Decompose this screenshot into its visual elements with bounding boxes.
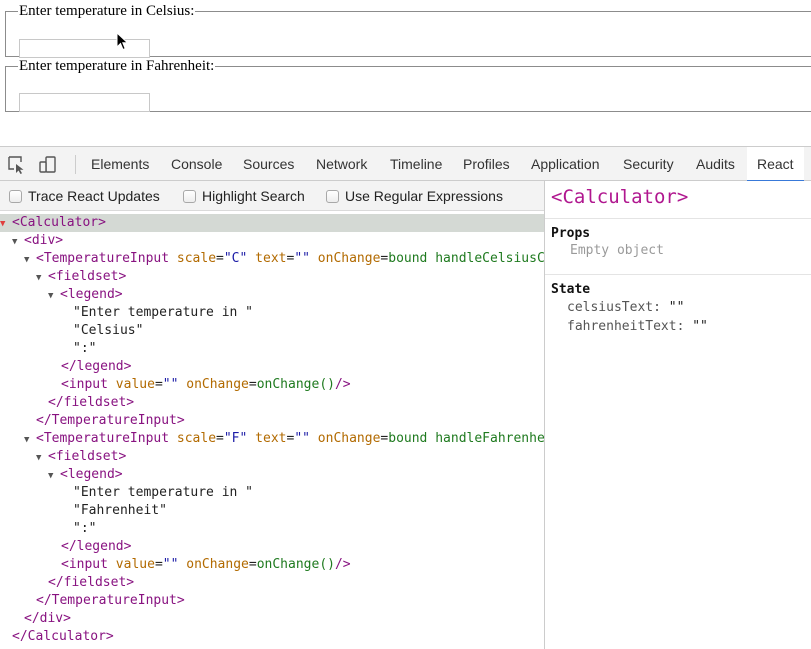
tree-row-legend[interactable]: ▼ <legend> [0,466,544,484]
regex-option[interactable]: Use Regular Expressions [326,188,503,204]
tabbar-separator [75,155,76,174]
collapse-triangle-icon[interactable]: ▼ [36,449,48,467]
tab-application[interactable]: Application [531,147,600,181]
collapse-triangle-icon[interactable]: ▼ [24,251,36,269]
inspect-element-icon[interactable] [7,155,27,175]
mouse-pointer-icon [116,32,129,51]
component-tree: ▼ <Calculator> ▼ <div> ▼ <TemperatureInput … [0,212,544,649]
tree-row-text[interactable]: ":" [0,340,544,358]
react-sidebar: <Calculator> Props Empty object State ce… [545,181,811,649]
tree-row-temperature-input-f[interactable]: ▼ <TemperatureInput scale="F" text="" onC… [0,430,544,448]
tree-row-temperature-input-close[interactable]: </TemperatureInput> [0,412,544,430]
tree-row-fieldset-close[interactable]: </fieldset> [0,394,544,412]
trace-updates-option[interactable]: Trace React Updates [9,188,160,204]
tree-row-calculator[interactable]: ▼ <Calculator> [0,214,544,232]
tree-row-input[interactable]: <input value="" onChange=onChange()/> [0,376,544,394]
tab-react[interactable]: React [747,147,804,182]
tab-sources[interactable]: Sources [243,147,294,181]
tree-row-temperature-input-c[interactable]: ▼ <TemperatureInput scale="C" text="" onC… [0,250,544,268]
tab-elements[interactable]: Elements [91,147,149,181]
tree-row-calculator-close[interactable]: </Calculator> [0,628,544,646]
tab-timeline[interactable]: Timeline [390,147,442,181]
highlight-search-checkbox[interactable] [183,190,196,203]
tab-profiles[interactable]: Profiles [463,147,510,181]
state-item-celsius[interactable]: celsiusText: "" [567,300,684,315]
tree-row-fieldset-close[interactable]: </fieldset> [0,574,544,592]
collapse-triangle-icon[interactable]: ▼ [12,233,24,251]
tree-row-input[interactable]: <input value="" onChange=onChange()/> [0,556,544,574]
fahrenheit-input[interactable] [19,93,150,112]
tree-row-legend-close[interactable]: </legend> [0,538,544,556]
tree-row-fieldset[interactable]: ▼ <fieldset> [0,448,544,466]
devtools-tabbar: Elements Console Sources Network Timelin… [0,147,811,182]
selected-component-title: <Calculator> [551,186,689,208]
tree-row-fieldset[interactable]: ▼ <fieldset> [0,268,544,286]
tree-row-text[interactable]: "Enter temperature in " [0,484,544,502]
props-empty-text: Empty object [570,243,664,258]
celsius-input[interactable] [19,39,150,58]
tree-row-legend[interactable]: ▼ <legend> [0,286,544,304]
tree-row-text[interactable]: ":" [0,520,544,538]
divider [545,218,811,219]
state-item-fahrenheit[interactable]: fahrenheitText: "" [567,319,708,334]
collapse-triangle-icon[interactable]: ▼ [36,269,48,287]
tree-row-temperature-input-close[interactable]: </TemperatureInput> [0,592,544,610]
devtools-panel: Elements Console Sources Network Timelin… [0,146,811,649]
tab-network[interactable]: Network [316,147,367,181]
tab-audits[interactable]: Audits [696,147,735,181]
collapse-triangle-icon[interactable]: ▼ [0,215,12,233]
tree-row-legend-close[interactable]: </legend> [0,358,544,376]
divider [545,274,811,275]
tree-row-text[interactable]: "Enter temperature in " [0,304,544,322]
fahrenheit-fieldset: Enter temperature in Fahrenheit: [5,59,811,112]
highlight-search-option[interactable]: Highlight Search [183,188,305,204]
highlight-search-label: Highlight Search [202,188,305,204]
tab-security[interactable]: Security [623,147,674,181]
regex-checkbox[interactable] [326,190,339,203]
props-heading: Props [551,226,591,241]
tree-row-div-close[interactable]: </div> [0,610,544,628]
collapse-triangle-icon[interactable]: ▼ [48,287,60,305]
tree-row-text[interactable]: "Fahrenheit" [0,502,544,520]
tree-row-text[interactable]: "Celsius" [0,322,544,340]
app-area: Enter temperature in Celsius: Enter temp… [0,0,811,146]
collapse-triangle-icon[interactable]: ▼ [24,431,36,449]
trace-updates-checkbox[interactable] [9,190,22,203]
regex-label: Use Regular Expressions [345,188,503,204]
celsius-legend: Enter temperature in Celsius: [19,3,195,19]
collapse-triangle-icon[interactable]: ▼ [48,467,60,485]
fahrenheit-legend: Enter temperature in Fahrenheit: [19,58,215,74]
trace-updates-label: Trace React Updates [28,188,160,204]
react-toolbar: Trace React Updates Highlight Search Use… [0,181,544,211]
tree-row-div[interactable]: ▼ <div> [0,232,544,250]
state-heading: State [551,282,591,297]
device-mode-icon[interactable] [38,155,58,175]
tab-console[interactable]: Console [171,147,222,181]
